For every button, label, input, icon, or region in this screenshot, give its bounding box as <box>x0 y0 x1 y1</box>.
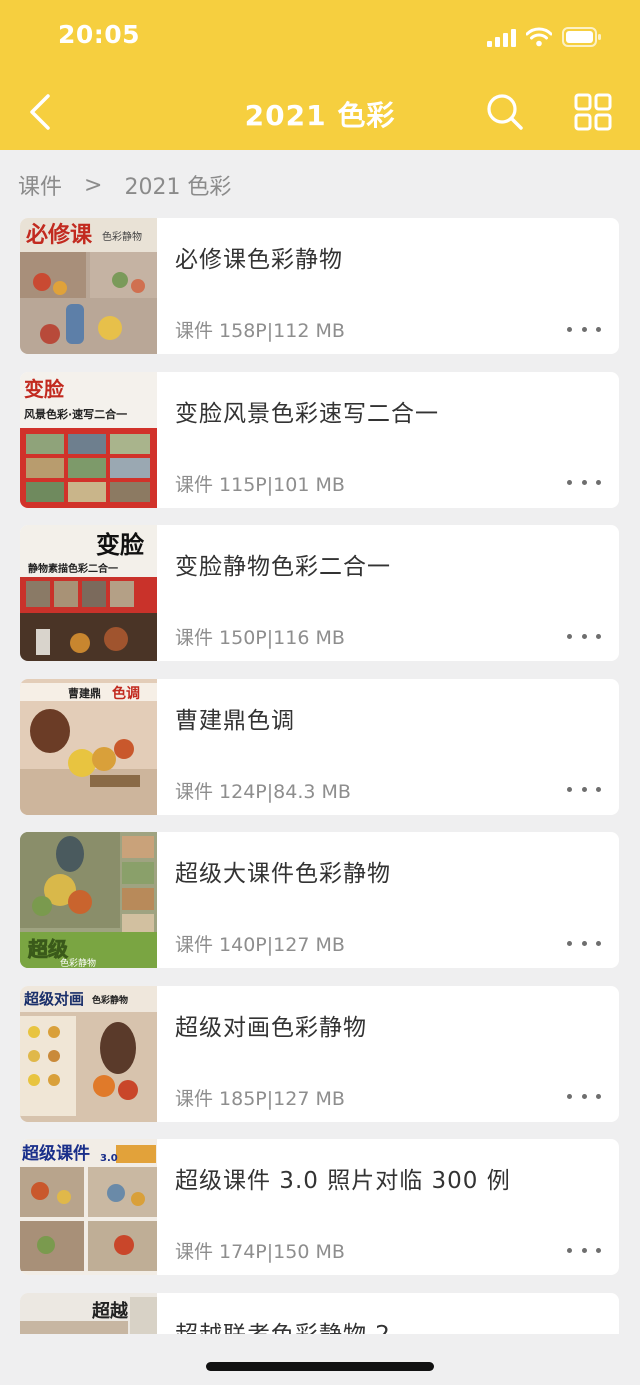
dot-icon <box>596 1094 601 1099</box>
grid-view-icon <box>574 93 612 131</box>
dot-icon <box>596 1247 601 1253</box>
list-item[interactable]: 变脸 风景色彩·速写二合一 变脸风景色彩速写二合一 课件 115P|101 MB <box>20 371 619 508</box>
wifi-icon <box>526 27 552 47</box>
search-icon <box>487 94 523 130</box>
item-meta: 课件 150P|116 MB <box>175 627 345 649</box>
more-options-button[interactable] <box>567 1086 601 1108</box>
dot-icon <box>596 480 601 485</box>
item-title: 超级大课件色彩静物 <box>175 861 391 887</box>
dot-icon <box>567 480 572 485</box>
thumb-sub: 色彩静物 <box>102 230 142 243</box>
list-item[interactable]: 超级对画 色彩静物 超级对画色彩静物 课件 185P|127 MB <box>20 985 619 1122</box>
more-options-button[interactable] <box>567 625 601 647</box>
dot-icon <box>581 326 587 332</box>
more-options-button[interactable] <box>567 932 601 954</box>
header-bar: 20:05 2021 色彩 <box>0 0 640 150</box>
thumb-caption: 超级对画 <box>23 990 84 1008</box>
dot-icon <box>567 1247 572 1253</box>
item-title: 变脸风景色彩速写二合一 <box>175 400 439 427</box>
thumb-caption: 超级课件 <box>22 1143 90 1164</box>
home-indicator[interactable] <box>206 1362 434 1371</box>
item-meta: 课件 140P|127 MB <box>175 934 345 956</box>
item-meta: 课件 115P|101 MB <box>175 473 345 496</box>
dot-icon <box>596 940 601 946</box>
item-meta: 课件 185P|127 MB <box>175 1087 345 1110</box>
item-meta: 课件 158P|112 MB <box>175 320 345 342</box>
dot-icon <box>596 633 601 639</box>
list-item[interactable]: 曹建鼎 色调 曹建鼎色调 课件 124P|84.3 MB <box>20 678 619 815</box>
status-icons <box>487 24 602 50</box>
thumb-caption: 超级 <box>27 937 68 961</box>
dot-icon <box>581 940 587 946</box>
list-item[interactable]: 必修课 色彩静物 必修课色彩静物 课件 158P|112 MB <box>20 218 619 354</box>
grid-view-button[interactable] <box>570 88 616 136</box>
bottom-safe-area <box>0 1334 640 1385</box>
thumb-caption: 必修课 <box>26 222 93 248</box>
thumb-caption: 超越 <box>92 1300 129 1322</box>
item-title: 曹建鼎色调 <box>175 707 295 734</box>
dot-icon <box>567 326 572 332</box>
breadcrumb-current: 2021 色彩 <box>124 175 232 200</box>
dot-icon <box>596 326 601 332</box>
thumb-sub: 色彩静物 <box>60 957 96 968</box>
item-title: 必修课色彩静物 <box>175 247 343 273</box>
more-options-button[interactable] <box>567 318 601 340</box>
thumb-caption: 变脸 <box>24 377 65 401</box>
item-thumbnail: 变脸 静物素描色彩二合一 <box>20 525 157 661</box>
more-options-button[interactable] <box>567 1239 601 1261</box>
dot-icon <box>596 787 601 792</box>
item-thumbnail: 超级课件 3.0 <box>20 1139 157 1275</box>
thumb-sub: 色调 <box>112 685 140 702</box>
dot-icon <box>581 787 587 792</box>
item-meta: 课件 124P|84.3 MB <box>175 780 351 803</box>
item-meta: 课件 174P|150 MB <box>175 1241 345 1263</box>
thumb-sub: 静物素描色彩二合一 <box>28 562 118 575</box>
item-thumbnail: 必修课 色彩静物 <box>20 218 157 354</box>
more-options-button[interactable] <box>567 472 601 494</box>
breadcrumb: 课件 > 2021 色彩 <box>18 169 232 201</box>
list-item[interactable]: 超级 色彩静物 超级大课件色彩静物 课件 140P|127 MB <box>20 832 619 968</box>
thumb-sub: 3.0 <box>100 1153 118 1164</box>
dot-icon <box>567 787 572 792</box>
thumb-sub: 色彩静物 <box>92 994 128 1006</box>
breadcrumb-root[interactable]: 课件 <box>18 169 62 201</box>
list-item[interactable]: 变脸 静物素描色彩二合一 变脸静物色彩二合一 课件 150P|116 MB <box>20 525 619 661</box>
item-thumbnail: 曹建鼎 色调 <box>20 678 157 815</box>
status-time: 20:05 <box>58 20 141 49</box>
item-title: 变脸静物色彩二合一 <box>175 554 391 580</box>
more-options-button[interactable] <box>567 779 601 801</box>
dot-icon <box>567 1094 572 1099</box>
thumb-caption: 变脸 <box>96 530 145 559</box>
list-item[interactable]: 超级课件 3.0 超级课件 3.0 照片对临 300 例 课件 174P|150… <box>20 1139 619 1275</box>
item-thumbnail: 超级 色彩静物 <box>20 832 157 968</box>
thumb-sub: 风景色彩·速写二合一 <box>24 407 127 421</box>
app-screen: 20:05 2021 色彩 课件 > 2021 色彩 必修课 色彩静物 必修课色… <box>0 0 640 1385</box>
item-thumbnail: 变脸 风景色彩·速写二合一 <box>20 371 157 508</box>
dot-icon <box>567 633 572 639</box>
page-title: 2021 色彩 <box>244 99 396 132</box>
dot-icon <box>567 940 572 946</box>
file-list: 必修课 色彩静物 必修课色彩静物 课件 158P|112 MB 变脸 风景色彩·… <box>20 218 619 1385</box>
signal-icon <box>487 27 516 47</box>
item-thumbnail: 超级对画 色彩静物 <box>20 985 157 1122</box>
dot-icon <box>581 1247 587 1253</box>
item-title: 超级课件 3.0 照片对临 300 例 <box>175 1168 511 1194</box>
dot-icon <box>581 480 587 485</box>
search-button[interactable] <box>482 88 528 136</box>
battery-icon <box>562 27 602 47</box>
dot-icon <box>581 1094 587 1099</box>
dot-icon <box>581 633 587 639</box>
item-title: 超级对画色彩静物 <box>175 1014 367 1041</box>
breadcrumb-separator: > <box>84 172 103 198</box>
thumb-caption: 曹建鼎 <box>68 686 101 700</box>
